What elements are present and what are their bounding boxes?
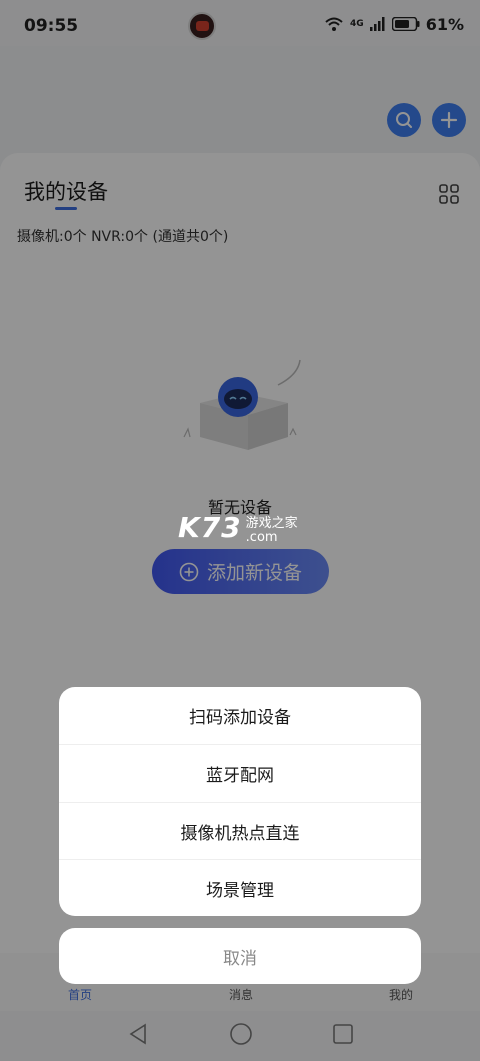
action-sheet: 扫码添加设备 蓝牙配网 摄像机热点直连 场景管理 — [59, 687, 421, 916]
watermark-line2: .com — [245, 530, 278, 545]
action-scan-add-device[interactable]: 扫码添加设备 — [59, 687, 421, 744]
action-bluetooth-network[interactable]: 蓝牙配网 — [59, 745, 421, 802]
action-scene-management[interactable]: 场景管理 — [59, 860, 421, 916]
cancel-button[interactable]: 取消 — [59, 928, 421, 984]
watermark: K73 游戏之家 .com — [178, 512, 298, 545]
action-camera-hotspot[interactable]: 摄像机热点直连 — [59, 803, 421, 860]
watermark-line1: 游戏之家 — [245, 516, 298, 531]
watermark-logo: K73 — [178, 511, 242, 544]
